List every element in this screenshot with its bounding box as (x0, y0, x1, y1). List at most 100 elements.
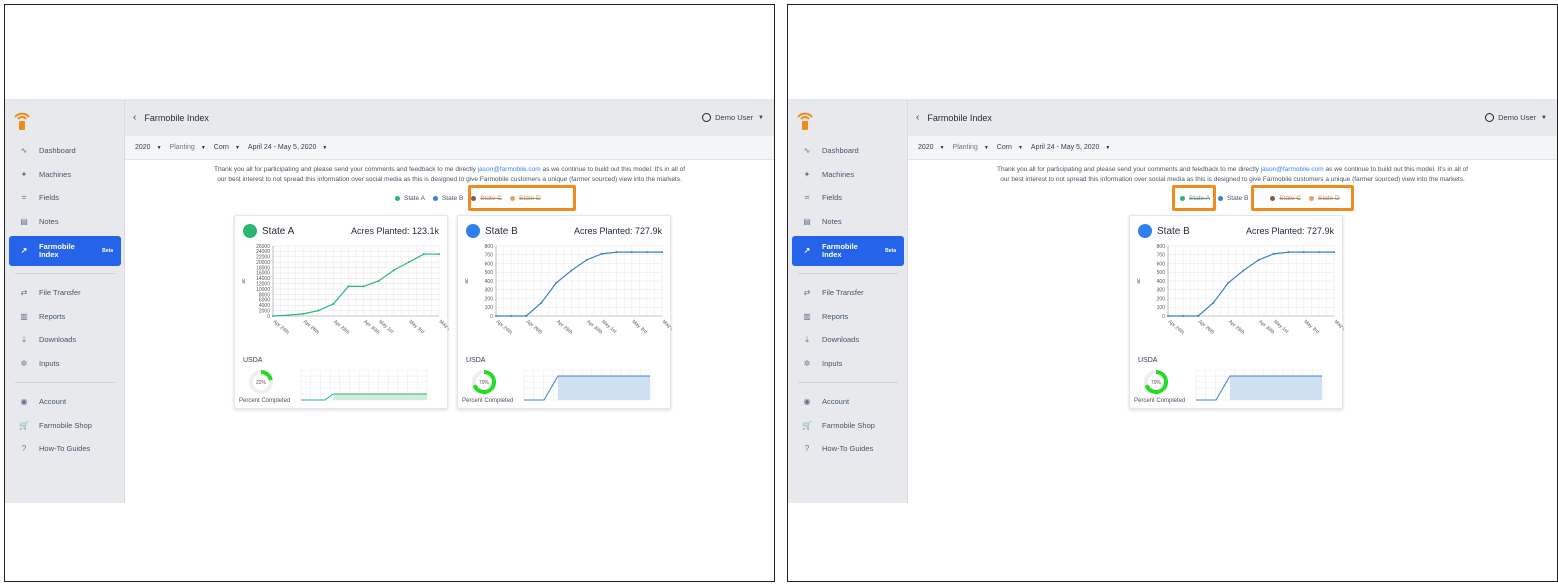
data-point (1272, 252, 1275, 255)
top-bar: ‹ Farmobile Index Demo User ▼ (908, 99, 1557, 136)
sidebar-item-dashboard[interactable]: ∿ Dashboard (788, 139, 908, 163)
card-title: State B (485, 225, 518, 237)
y-tick-label: 100 (1157, 305, 1166, 311)
y-tick-label: 600 (1157, 261, 1166, 267)
y-tick-label: 20000 (256, 260, 270, 266)
notice-line1-end: as we continue to build out this model. … (540, 166, 686, 173)
email-link[interactable]: jason@farmobile.com (1261, 166, 1324, 173)
app-window: ∿ Dashboard ✦ Machines ⌗ Fields ▤ Notes ↗ Farmobi… (5, 99, 774, 503)
sidebar-item-reports[interactable]: ▥ Reports (5, 305, 125, 329)
legend-item-state-b[interactable]: State B (1217, 195, 1248, 202)
sidebar-item-inputs[interactable]: ✲ Inputs (5, 352, 125, 376)
sidebar-item-machines[interactable]: ✦ Machines (5, 163, 125, 187)
year-select[interactable]: 2020 (918, 144, 934, 151)
sidebar-item-how-to-guides[interactable]: ? How-To Guides (5, 437, 125, 461)
sidebar-item-dashboard[interactable]: ∿ Dashboard (5, 139, 125, 163)
user-circle-icon (702, 113, 712, 122)
data-point (585, 259, 588, 261)
sidebar-item-label: Farmobile Index (39, 242, 75, 259)
sidebar-item-file-transfer[interactable]: ⇄ File Transfer (5, 281, 125, 305)
sidebar-item-farmobile-shop[interactable]: 🛒 Farmobile Shop (5, 414, 125, 438)
email-link[interactable]: jason@farmobile.com (478, 166, 541, 173)
legend-item-state-b[interactable]: State B (432, 195, 463, 202)
year-select[interactable]: 2020 (135, 144, 151, 151)
caret-down-icon: ▼ (983, 144, 989, 151)
progress-donut: 70% (472, 370, 496, 394)
percent-completed-label: Percent Completed (239, 398, 291, 404)
sidebar-item-downloads[interactable]: ⤓ Downloads (5, 328, 125, 352)
filter-bar: 2020 ▼ Planting ▼ Corn ▼ April 24 - May 5, … (908, 136, 1557, 160)
x-tick-label: Apr 28th (1227, 319, 1246, 336)
data-point (540, 301, 543, 304)
chevron-left-icon[interactable]: ‹ (916, 112, 919, 123)
x-tick-label: May 1st (1272, 319, 1290, 335)
data-point (1333, 251, 1335, 254)
date-range-select[interactable]: April 24 - May 5, 2020 (248, 144, 316, 151)
sidebar-item-label: Machines (822, 169, 855, 179)
data-point (525, 315, 528, 317)
data-point (1257, 259, 1260, 261)
data-point (1317, 251, 1320, 254)
screenshot-panel-right: ∿ Dashboard ✦ Machines ⌗ Fields ▤ Notes ↗ Farmobi… (787, 4, 1558, 582)
activity-select[interactable]: Planting (170, 144, 195, 151)
usda-label: USDA (1138, 357, 1158, 364)
sidebar-item-farmobile-shop[interactable]: 🛒 Farmobile Shop (788, 414, 908, 438)
data-point (1302, 251, 1305, 254)
sidebar-item-label: Fields (39, 193, 60, 203)
data-point (332, 302, 335, 305)
y-tick-label: 800 (485, 244, 494, 250)
sidebar-item-downloads[interactable]: ⤓ Downloads (788, 328, 908, 352)
sidebar-item-notes[interactable]: ▤ Notes (5, 210, 125, 234)
sidebar-item-account[interactable]: ◉ Account (5, 390, 125, 414)
state-card-b: State B Acres Planted: 727.9k 0 100 200 300… (1129, 215, 1344, 409)
sidebar-item-how-to-guides[interactable]: ? How-To Guides (788, 437, 908, 461)
nav-icon: ✦ (803, 169, 811, 179)
y-tick-label: 200 (485, 296, 494, 302)
sidebar-item-machines[interactable]: ✦ Machines (788, 163, 908, 187)
y-axis-label: ac (1136, 278, 1142, 284)
farmobile-logo-icon (14, 112, 30, 130)
user-menu[interactable]: Demo User ▼ (1485, 113, 1547, 122)
activity-select[interactable]: Planting (953, 144, 978, 151)
sidebar-item-label: Inputs (822, 358, 843, 368)
caret-down-icon: ▼ (1541, 114, 1547, 121)
sidebar-item-label: Farmobile Shop (39, 420, 92, 430)
sidebar-item-account[interactable]: ◉ Account (788, 390, 908, 414)
user-name: Demo User (715, 113, 754, 122)
sidebar-item-notes[interactable]: ▤ Notes (788, 210, 908, 234)
sidebar-item-label: Farmobile Index (822, 242, 858, 259)
y-tick-label: 2000 (259, 308, 270, 314)
crop-select[interactable]: Corn (214, 144, 229, 151)
notice-line1-start: Thank you all for participating and plea… (213, 166, 478, 173)
card-header: State A Acres Planted: 123.1k (243, 223, 439, 239)
x-tick-label: May 3rd (408, 319, 426, 335)
legend-item-state-a[interactable]: State A (395, 195, 425, 202)
user-menu[interactable]: Demo User ▼ (702, 113, 764, 122)
y-tick-label: 800 (1157, 244, 1166, 250)
x-tick-label: May 1st (377, 319, 395, 335)
sidebar-item-label: How-To Guides (822, 444, 874, 454)
data-point (555, 281, 558, 284)
nav-icon: ⇄ (803, 288, 811, 298)
sidebar-item-file-transfer[interactable]: ⇄ File Transfer (788, 281, 908, 305)
sidebar-item-fields[interactable]: ⌗ Fields (788, 186, 908, 210)
legend-dot-icon (1217, 196, 1223, 201)
sidebar-item-farmobile-index[interactable]: ↗ Farmobile Index Beta (792, 236, 904, 266)
line-chart: 0 100 200 300 400 500 600 700 800 ac Apr 24th Apr 2… (1136, 244, 1344, 336)
crop-select[interactable]: Corn (997, 144, 1012, 151)
card-header: State B Acres Planted: 727.9k (466, 223, 662, 239)
nav-icon: ∿ (803, 146, 811, 156)
data-point (1287, 251, 1290, 254)
sidebar-item-label: Notes (822, 216, 842, 226)
date-range-select[interactable]: April 24 - May 5, 2020 (1031, 144, 1099, 151)
y-tick-label: 500 (485, 270, 494, 276)
data-point (272, 315, 274, 317)
sidebar-item-farmobile-index[interactable]: ↗ Farmobile Index Beta (9, 236, 121, 266)
sidebar-item-reports[interactable]: ▥ Reports (788, 305, 908, 329)
y-tick-label: 14000 (256, 276, 270, 282)
y-tick-label: 400 (1157, 279, 1166, 285)
sidebar-item-inputs[interactable]: ✲ Inputs (788, 352, 908, 376)
chevron-left-icon[interactable]: ‹ (133, 112, 136, 123)
sidebar-item-fields[interactable]: ⌗ Fields (5, 186, 125, 210)
x-tick-label: May 5th (1333, 319, 1344, 335)
